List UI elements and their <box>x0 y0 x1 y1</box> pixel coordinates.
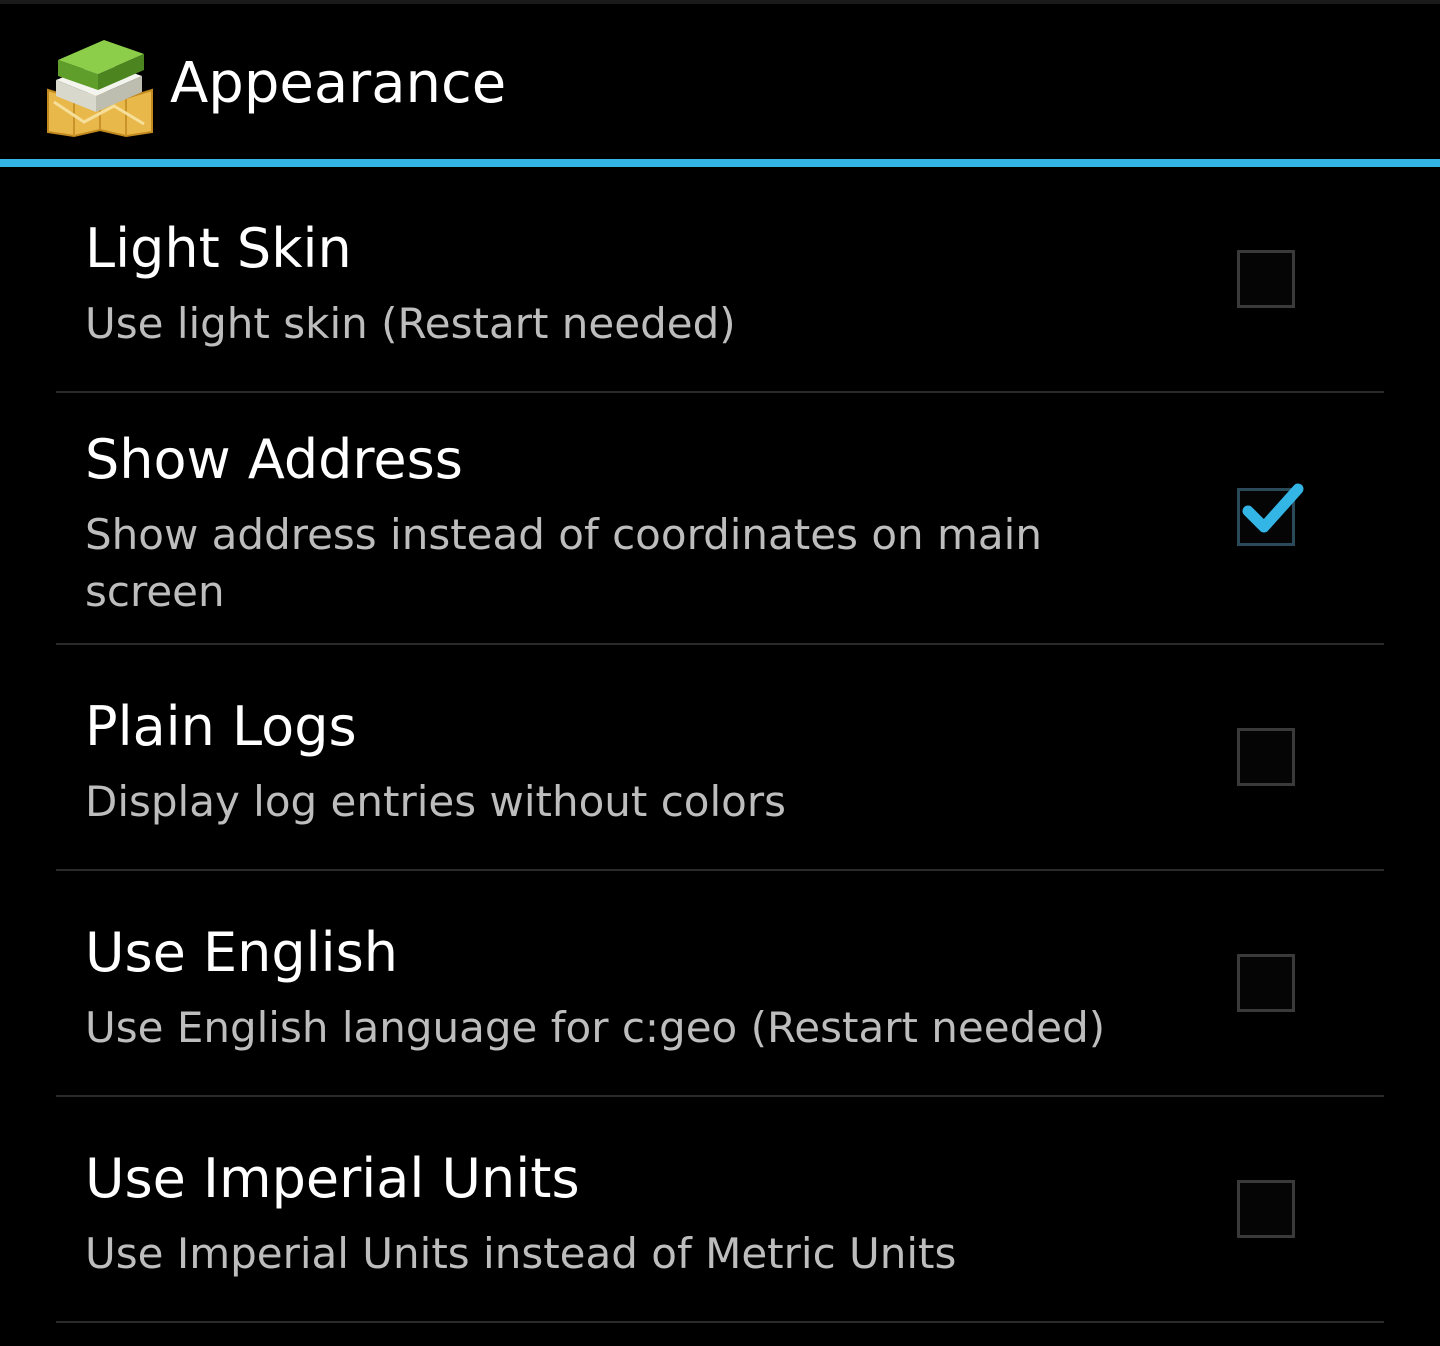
preference-title: Light Skin <box>85 217 352 280</box>
action-bar: Appearance <box>0 4 1440 160</box>
imperial-units-checkbox[interactable] <box>1237 1180 1295 1238</box>
preference-light-skin[interactable]: Light Skin Use light skin (Restart neede… <box>0 167 1440 392</box>
checkmark-icon <box>1242 483 1304 533</box>
show-address-checkbox[interactable] <box>1237 483 1304 546</box>
preference-title: Show Address <box>85 428 463 491</box>
preference-use-english[interactable]: Use English Use English language for c:g… <box>0 871 1440 1096</box>
settings-screen: Appearance Light Skin Use light skin (Re… <box>0 0 1440 1346</box>
preference-title: Plain Logs <box>85 695 357 758</box>
preference-title: Use Imperial Units <box>85 1147 580 1210</box>
preference-plain-logs[interactable]: Plain Logs Display log entries without c… <box>0 645 1440 870</box>
row-divider <box>56 1321 1384 1323</box>
accent-divider <box>0 159 1440 167</box>
light-skin-checkbox[interactable] <box>1237 250 1295 308</box>
preference-show-address[interactable]: Show Address Show address instead of coo… <box>0 393 1440 644</box>
preference-summary: Show address instead of coordinates on m… <box>85 510 1042 616</box>
preference-title: Use English <box>85 921 399 984</box>
preference-imperial-units[interactable]: Use Imperial Units Use Imperial Units in… <box>0 1097 1440 1322</box>
preference-summary: Use English language for c:geo (Restart … <box>85 1003 1106 1052</box>
use-english-checkbox[interactable] <box>1237 954 1295 1012</box>
preference-summary: Use light skin (Restart needed) <box>85 299 736 348</box>
preference-summary: Use Imperial Units instead of Metric Uni… <box>85 1229 957 1278</box>
page-title: Appearance <box>170 51 507 116</box>
plain-logs-checkbox[interactable] <box>1237 728 1295 786</box>
app-icon[interactable] <box>44 32 154 140</box>
preference-summary: Display log entries without colors <box>85 777 787 826</box>
